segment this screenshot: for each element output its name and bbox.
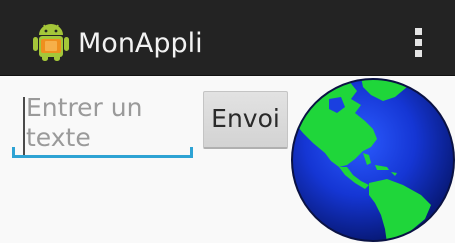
input-underline-right — [190, 147, 193, 157]
overflow-menu-icon[interactable] — [404, 22, 434, 62]
text-input[interactable]: Entrer un texte — [12, 89, 194, 159]
app-screen: MonAppli Entrer un texte Envoi — [0, 0, 455, 243]
globe-icon — [291, 78, 455, 242]
main-content: Entrer un texte Envoi — [0, 77, 455, 243]
text-input-placeholder: Entrer un texte — [26, 93, 143, 152]
input-underline — [12, 155, 193, 158]
app-title: MonAppli — [78, 28, 203, 59]
text-cursor — [23, 97, 25, 157]
send-button[interactable]: Envoi — [203, 91, 288, 149]
android-robot-icon[interactable] — [31, 22, 71, 62]
action-bar: MonAppli — [0, 0, 455, 76]
